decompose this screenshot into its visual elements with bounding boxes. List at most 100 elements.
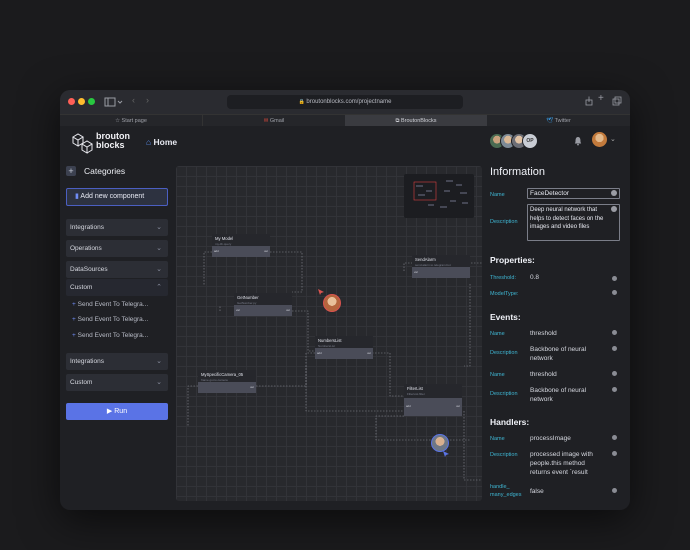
app-header: brouton blocks ⌂ Home OP ⌄	[60, 126, 630, 160]
output-port[interactable]: out	[250, 385, 254, 389]
chevron-down-icon[interactable]: ⌄	[610, 135, 616, 143]
close-window-button[interactable]	[68, 98, 75, 105]
collaborator-avatar-initials[interactable]: OP	[522, 133, 538, 149]
add-new-component-button[interactable]: ▮ Add new component	[66, 188, 168, 206]
category-custom-2[interactable]: Custom ⌄	[66, 374, 168, 391]
browser-toolbar: ‹ › 🔒 broutonblocks.com/projectname +	[60, 90, 630, 114]
input-port[interactable]: add	[406, 404, 411, 408]
event-description-value[interactable]: Backbone of neural network	[530, 386, 598, 404]
browser-window: ‹ › 🔒 broutonblocks.com/projectname + ☆ …	[60, 90, 630, 510]
category-datasources[interactable]: DataSources ⌄	[66, 261, 168, 278]
new-tab-icon[interactable]: +	[598, 93, 604, 104]
node-title: SendAlarm	[415, 257, 436, 262]
category-label: DataSources	[70, 266, 108, 273]
minimap[interactable]	[404, 174, 474, 218]
node-header: NumbersList NumbersList	[315, 336, 373, 348]
tab-label: Gmail	[269, 118, 285, 124]
info-icon[interactable]	[612, 488, 617, 493]
info-icon[interactable]	[612, 290, 617, 295]
bell-icon[interactable]	[574, 136, 582, 146]
node-sendalarm[interactable]: SendAlarm send.alarm.to.telegram.bot val	[412, 255, 470, 278]
name-input[interactable]: FaceDetector	[527, 188, 620, 199]
plus-icon: +	[72, 316, 76, 323]
info-icon[interactable]	[612, 330, 617, 335]
forward-icon[interactable]: ›	[146, 95, 149, 105]
info-icon[interactable]	[612, 371, 617, 376]
input-port[interactable]: val	[236, 308, 240, 312]
node-header: GetNumber GetNumber.py	[234, 293, 292, 305]
category-operations[interactable]: Operations ⌄	[66, 240, 168, 257]
add-new-component-label: Add new component	[80, 193, 145, 200]
info-icon[interactable]	[611, 206, 617, 212]
twitter-icon: 🕊	[546, 118, 554, 124]
run-button[interactable]: ▶ Run	[66, 403, 168, 420]
event-name-value[interactable]: threshold	[530, 329, 557, 338]
output-port[interactable]: out	[367, 351, 371, 355]
category-integrations-2[interactable]: Integrations ⌄	[66, 353, 168, 370]
description-input[interactable]: Deep neural network that helps to detect…	[527, 204, 620, 241]
handler-description-value[interactable]: processed image with people.this method …	[530, 450, 604, 477]
input-port[interactable]: add	[214, 249, 219, 253]
event-name-value[interactable]: threshold	[530, 370, 557, 379]
event-description-value[interactable]: Backbone of neural network	[530, 345, 598, 363]
node-getnumber[interactable]: GetNumber GetNumber.py val out	[234, 293, 292, 316]
node-numberslist[interactable]: NumbersList NumbersList add out	[315, 336, 373, 359]
node-title: NumbersList	[318, 338, 342, 343]
home-link[interactable]: ⌂ Home	[146, 137, 177, 147]
node-my-model[interactable]: My Model my.db.query add out	[212, 234, 270, 257]
info-icon[interactable]	[611, 190, 617, 196]
run-label: Run	[114, 408, 128, 415]
node-header: My Model my.db.query	[212, 234, 270, 246]
threshold-value[interactable]: 0.8	[530, 273, 539, 282]
category-label: Operations	[70, 245, 102, 252]
input-port[interactable]: val	[414, 270, 418, 274]
address-bar[interactable]: 🔒 broutonblocks.com/projectname	[227, 95, 463, 109]
chevron-down-icon: ⌄	[156, 266, 162, 273]
info-icon[interactable]	[612, 451, 617, 456]
output-port[interactable]: out	[286, 308, 290, 312]
share-icon[interactable]	[585, 96, 593, 106]
category-label: Integrations	[70, 224, 104, 231]
node-filterlist[interactable]: FilterList FilterList.filter add out	[404, 384, 462, 416]
info-icon[interactable]	[612, 346, 617, 351]
logo-text: brouton blocks	[96, 132, 130, 150]
info-icon[interactable]	[612, 387, 617, 392]
node-ports: val	[412, 267, 470, 278]
maximize-window-button[interactable]	[88, 98, 95, 105]
node-ports: add out	[212, 246, 270, 257]
component-item[interactable]: + Send Event To Telegra...	[72, 332, 148, 339]
event-description-label: Description	[490, 391, 518, 397]
category-integrations[interactable]: Integrations ⌄	[66, 219, 168, 236]
category-custom-expanded[interactable]: Custom ⌃	[66, 279, 168, 296]
component-item[interactable]: + Send Event To Telegra...	[72, 301, 148, 308]
chevron-up-icon: ⌃	[156, 284, 162, 291]
workflow-canvas[interactable]: My Model my.db.query add out GetNumber G…	[176, 166, 482, 501]
sidebar-toggle-icon[interactable]	[104, 97, 124, 107]
node-myspecificcamera[interactable]: MySpecificCamera_05 frame.gui.to.camera …	[198, 370, 256, 393]
events-title: Events:	[490, 312, 521, 322]
logo-icon	[72, 133, 93, 154]
minimize-window-button[interactable]	[78, 98, 85, 105]
plus-icon: +	[72, 301, 76, 308]
home-icon: ⌂	[146, 137, 152, 147]
handler-edges-value[interactable]: false	[530, 487, 544, 496]
node-title: GetNumber	[237, 295, 259, 300]
output-port[interactable]: out	[264, 249, 268, 253]
back-icon[interactable]: ‹	[132, 95, 135, 105]
component-item[interactable]: + Send Event To Telegra...	[72, 316, 148, 323]
gmail-icon: ✉	[263, 118, 269, 124]
tab-overview-icon[interactable]	[612, 96, 622, 106]
node-subtitle: FilterList.filter	[407, 392, 425, 396]
cursor-pointer-icon	[318, 289, 324, 295]
minimap-thumbnail	[413, 180, 468, 208]
user-avatar[interactable]	[592, 132, 607, 147]
output-port[interactable]: out	[456, 404, 460, 408]
add-category-icon[interactable]: +	[66, 166, 76, 176]
info-icon[interactable]	[612, 435, 617, 440]
input-port[interactable]: add	[317, 351, 322, 355]
handler-name-value[interactable]: processImage	[530, 434, 571, 443]
properties-title: Properties:	[490, 255, 535, 265]
node-title: MySpecificCamera_05	[201, 372, 244, 377]
info-icon[interactable]	[612, 276, 617, 281]
lock-icon: 🔒	[298, 99, 305, 105]
